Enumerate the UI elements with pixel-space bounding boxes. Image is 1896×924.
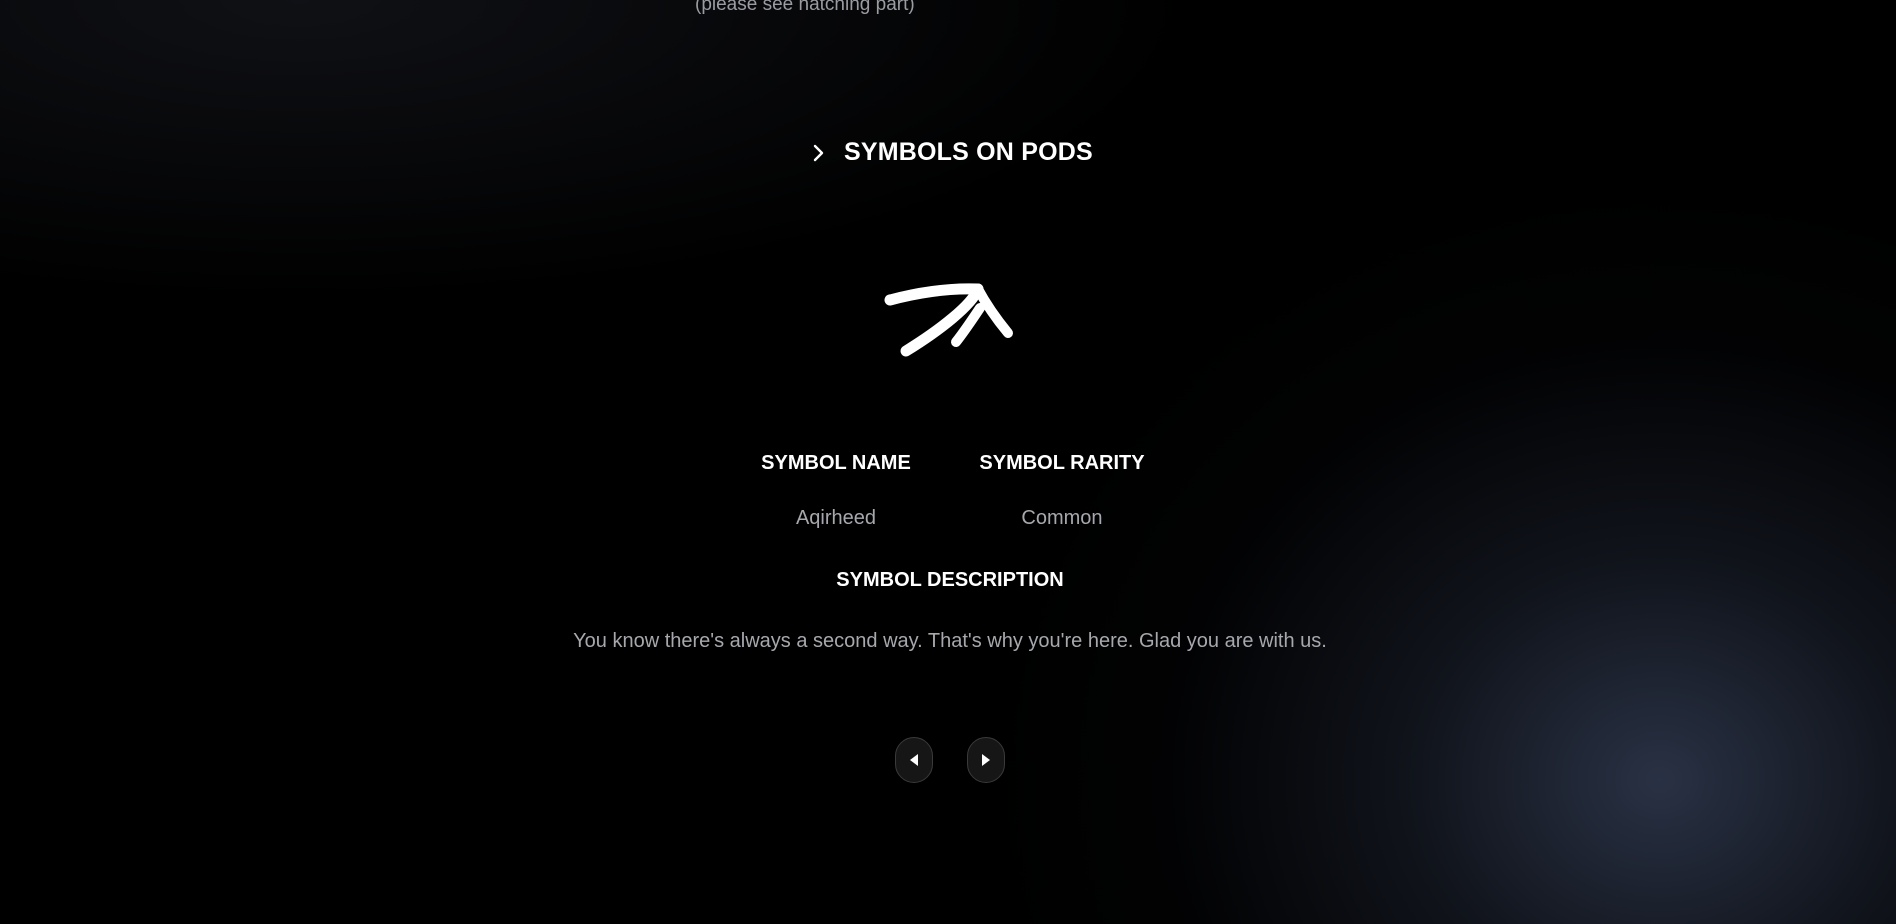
symbol-name-label: SYMBOL NAME (761, 452, 911, 474)
previous-symbol-button[interactable] (895, 737, 933, 783)
triangle-right-icon (982, 754, 990, 766)
chevron-right-icon (813, 144, 824, 161)
symbol-description-label: SYMBOL DESCRIPTION (836, 569, 1064, 591)
section-title: SYMBOLS ON PODS (844, 138, 1093, 166)
symbol-name-value: Aqirheed (795, 507, 877, 529)
triangle-left-icon (910, 754, 918, 766)
symbol-rarity-value: Common (1021, 507, 1103, 529)
aqirheed-symbol-icon (884, 283, 1013, 357)
symbol-rarity-label: SYMBOL RARITY (979, 452, 1145, 474)
symbol-description-text: You know there's always a second way. Th… (573, 630, 1327, 652)
hatching-note: (please see hatching part) (695, 0, 915, 15)
symbols-on-pods-toggle[interactable]: SYMBOLS ON PODS (808, 138, 1093, 167)
next-symbol-button[interactable] (967, 737, 1005, 783)
